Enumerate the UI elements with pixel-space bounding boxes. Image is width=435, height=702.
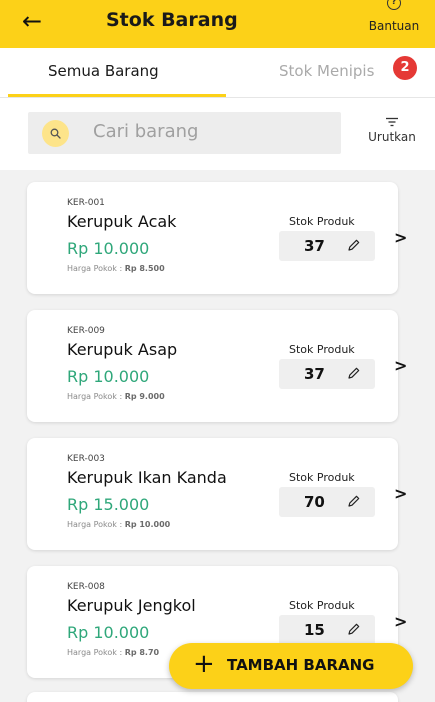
- product-name: Kerupuk Asap: [67, 340, 178, 359]
- cost-price: Harga Pokok : Rp 9.000: [67, 392, 165, 401]
- stock-label: Stok Produk: [289, 471, 355, 484]
- search-row: Cari barang Urutkan: [0, 98, 435, 170]
- stock-editor[interactable]: 70: [279, 487, 375, 517]
- product-card[interactable]: KER-003 Kerupuk Ikan Kanda Rp 15.000 Har…: [27, 438, 407, 550]
- product-code: KER-009: [67, 326, 105, 336]
- chevron-right-icon[interactable]: >: [394, 356, 407, 375]
- plus-icon: +: [193, 649, 215, 679]
- stock-label: Stok Produk: [289, 343, 355, 356]
- sort-button[interactable]: Urutkan: [362, 117, 422, 144]
- stock-value: 37: [304, 365, 325, 383]
- product-code: KER-003: [67, 454, 105, 464]
- product-card-partial: [27, 692, 398, 702]
- chevron-right-icon[interactable]: >: [394, 612, 407, 631]
- stock-editor[interactable]: 37: [279, 359, 375, 389]
- chevron-right-icon[interactable]: >: [394, 484, 407, 503]
- sort-icon: [386, 117, 398, 127]
- product-name: Kerupuk Jengkol: [67, 596, 196, 615]
- active-tab-indicator: [8, 94, 226, 97]
- tab-bar: Semua Barang Stok Menipis 2: [0, 48, 435, 98]
- tab-all-items[interactable]: Semua Barang: [48, 62, 159, 80]
- add-item-button[interactable]: + TAMBAH BARANG: [169, 643, 413, 689]
- cost-price: Harga Pokok : Rp 8.500: [67, 264, 165, 273]
- pencil-icon[interactable]: [347, 494, 361, 508]
- app-bar: ← Stok Barang ? Bantuan: [0, 0, 435, 48]
- stock-value: 37: [304, 237, 325, 255]
- stock-editor[interactable]: 37: [279, 231, 375, 261]
- stock-editor[interactable]: 15: [279, 615, 375, 645]
- product-price: Rp 15.000: [67, 495, 150, 514]
- product-price: Rp 10.000: [67, 239, 150, 258]
- help-button[interactable]: ? Bantuan: [362, 0, 426, 33]
- search-input[interactable]: Cari barang: [28, 112, 341, 154]
- arrow-left-icon[interactable]: ←: [22, 9, 42, 33]
- pencil-icon[interactable]: [347, 366, 361, 380]
- stock-value: 70: [304, 493, 325, 511]
- product-price: Rp 10.000: [67, 367, 150, 386]
- product-code: KER-001: [67, 198, 105, 208]
- pencil-icon[interactable]: [347, 238, 361, 252]
- sort-label: Urutkan: [368, 130, 416, 144]
- stock-label: Stok Produk: [289, 215, 355, 228]
- product-name: Kerupuk Ikan Kanda: [67, 468, 227, 487]
- cost-price: Harga Pokok : Rp 10.000: [67, 520, 171, 529]
- search-placeholder: Cari barang: [93, 121, 199, 142]
- product-price: Rp 10.000: [67, 623, 150, 642]
- pencil-icon[interactable]: [347, 622, 361, 636]
- low-stock-badge: 2: [393, 56, 417, 80]
- product-card[interactable]: KER-001 Kerupuk Acak Rp 10.000 Harga Pok…: [27, 182, 407, 294]
- page-title: Stok Barang: [106, 9, 238, 31]
- product-card[interactable]: KER-009 Kerupuk Asap Rp 10.000 Harga Pok…: [27, 310, 407, 422]
- stock-label: Stok Produk: [289, 599, 355, 612]
- search-icon: [42, 120, 69, 147]
- question-circle-icon: ?: [387, 0, 401, 10]
- add-item-label: TAMBAH BARANG: [227, 656, 375, 674]
- stock-value: 15: [304, 621, 325, 639]
- help-label: Bantuan: [368, 19, 420, 33]
- tab-low-stock[interactable]: Stok Menipis: [279, 62, 374, 80]
- product-name: Kerupuk Acak: [67, 212, 177, 231]
- chevron-right-icon[interactable]: >: [394, 228, 407, 247]
- product-code: KER-008: [67, 582, 105, 592]
- cost-price: Harga Pokok : Rp 8.70: [67, 648, 160, 657]
